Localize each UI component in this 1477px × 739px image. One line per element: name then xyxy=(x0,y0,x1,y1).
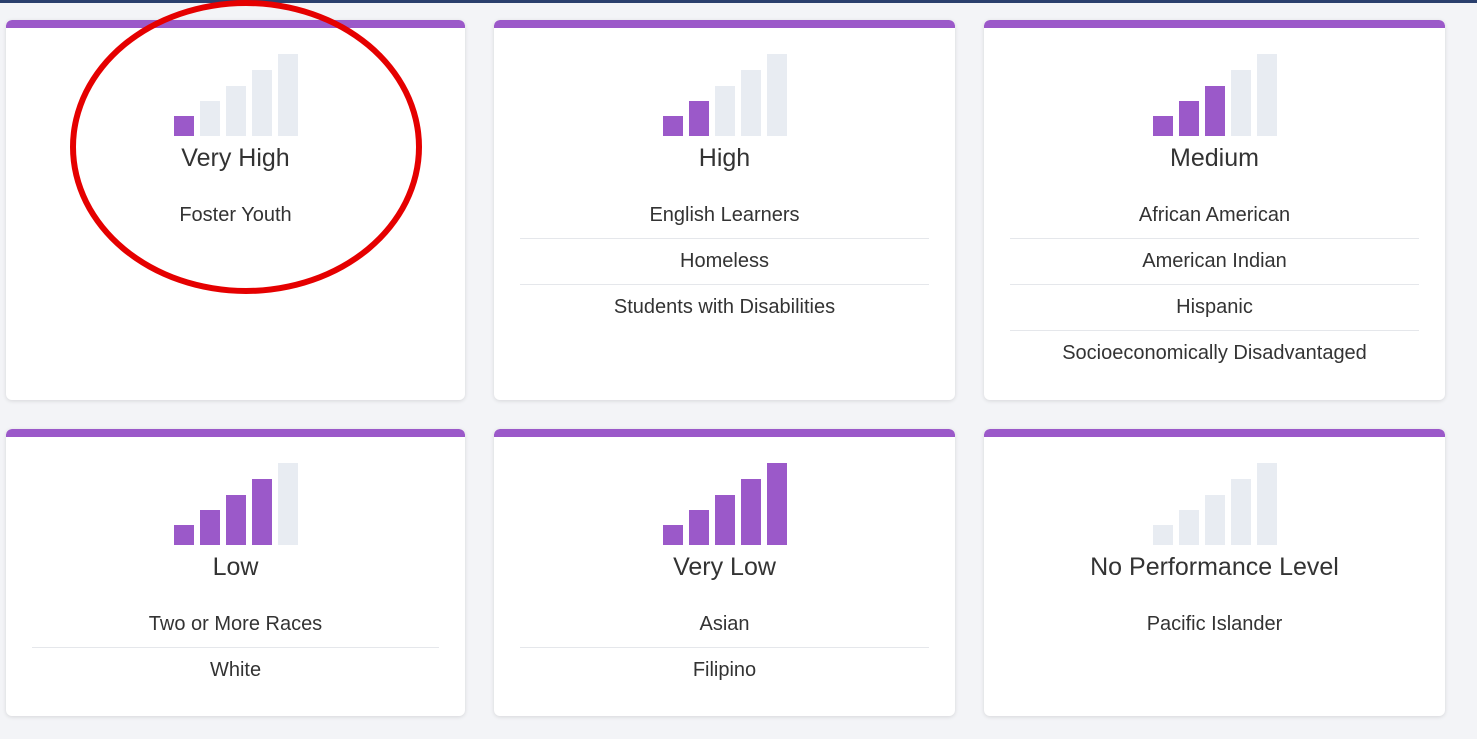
level-bar-2 xyxy=(688,101,709,136)
performance-bars-icon xyxy=(1152,463,1277,545)
card-accent-bar xyxy=(984,429,1445,437)
level-bar-2 xyxy=(688,510,709,545)
performance-bars-icon xyxy=(662,54,787,136)
student-group-item[interactable]: Asian xyxy=(520,602,929,648)
level-bar-4 xyxy=(251,479,272,545)
student-group-item[interactable]: Homeless xyxy=(520,239,929,285)
level-bar-1 xyxy=(1152,525,1173,545)
student-group-item[interactable]: English Learners xyxy=(520,193,929,239)
student-group-item[interactable]: African American xyxy=(1010,193,1419,239)
level-bar-1 xyxy=(662,116,683,136)
student-group-item[interactable]: Foster Youth xyxy=(32,193,439,238)
level-bar-3 xyxy=(1204,86,1225,136)
performance-levels-page: Very High Foster Youth High English Lear… xyxy=(0,0,1477,739)
student-group-item[interactable]: White xyxy=(32,648,439,693)
student-group-item[interactable]: Socioeconomically Disadvantaged xyxy=(1010,331,1419,376)
level-bar-5 xyxy=(277,54,298,136)
level-bar-3 xyxy=(714,495,735,545)
student-group-item[interactable]: Two or More Races xyxy=(32,602,439,648)
level-bar-2 xyxy=(199,510,220,545)
level-bar-4 xyxy=(251,70,272,136)
level-bar-2 xyxy=(199,101,220,136)
level-bar-3 xyxy=(225,495,246,545)
student-group-list: Asian Filipino xyxy=(520,602,929,693)
student-group-list: English Learners Homeless Students with … xyxy=(520,193,929,330)
level-bar-3 xyxy=(714,86,735,136)
level-bar-5 xyxy=(1256,463,1277,545)
level-title: Very High xyxy=(181,144,290,172)
level-bar-2 xyxy=(1178,101,1199,136)
performance-card-medium: Medium African American American Indian … xyxy=(984,20,1445,400)
level-bar-5 xyxy=(277,463,298,545)
student-group-item[interactable]: Filipino xyxy=(520,648,929,693)
student-group-item[interactable]: Students with Disabilities xyxy=(520,285,929,330)
performance-card-very-high: Very High Foster Youth xyxy=(6,20,465,400)
card-accent-bar xyxy=(6,20,465,28)
level-bar-1 xyxy=(662,525,683,545)
level-bar-2 xyxy=(1178,510,1199,545)
level-bar-3 xyxy=(225,86,246,136)
level-bar-4 xyxy=(740,479,761,545)
level-bar-4 xyxy=(740,70,761,136)
level-title: Low xyxy=(212,553,259,581)
level-bar-5 xyxy=(766,463,787,545)
level-bar-4 xyxy=(1230,70,1251,136)
level-title: Medium xyxy=(1170,144,1259,172)
student-group-list: African American American Indian Hispani… xyxy=(1010,193,1419,376)
level-bar-1 xyxy=(173,525,194,545)
card-accent-bar xyxy=(494,20,955,28)
level-bar-3 xyxy=(1204,495,1225,545)
performance-card-very-low: Very Low Asian Filipino xyxy=(494,429,955,716)
student-group-list: Two or More Races White xyxy=(32,602,439,693)
performance-card-no-level: No Performance Level Pacific Islander xyxy=(984,429,1445,716)
level-bar-1 xyxy=(173,116,194,136)
top-border xyxy=(0,0,1477,3)
student-group-list: Pacific Islander xyxy=(1010,602,1419,647)
performance-bars-icon xyxy=(173,463,298,545)
level-title: High xyxy=(698,144,751,172)
student-group-item[interactable]: Pacific Islander xyxy=(1010,602,1419,647)
level-bar-5 xyxy=(1256,54,1277,136)
level-bar-5 xyxy=(766,54,787,136)
student-group-item[interactable]: American Indian xyxy=(1010,239,1419,285)
performance-bars-icon xyxy=(662,463,787,545)
card-accent-bar xyxy=(6,429,465,437)
level-bar-4 xyxy=(1230,479,1251,545)
level-title: Very Low xyxy=(673,553,776,581)
card-accent-bar xyxy=(984,20,1445,28)
level-title: No Performance Level xyxy=(1090,553,1339,581)
performance-card-low: Low Two or More Races White xyxy=(6,429,465,716)
performance-bars-icon xyxy=(173,54,298,136)
card-accent-bar xyxy=(494,429,955,437)
performance-bars-icon xyxy=(1152,54,1277,136)
student-group-item[interactable]: Hispanic xyxy=(1010,285,1419,331)
performance-card-high: High English Learners Homeless Students … xyxy=(494,20,955,400)
level-bar-1 xyxy=(1152,116,1173,136)
student-group-list: Foster Youth xyxy=(32,193,439,238)
